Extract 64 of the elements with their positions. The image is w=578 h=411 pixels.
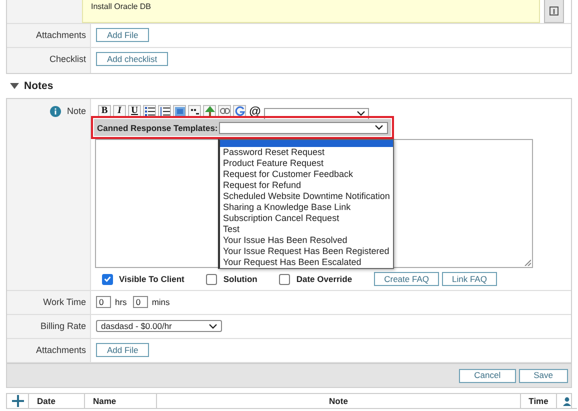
numbered-list-icon[interactable] — [158, 104, 171, 118]
info-icon — [549, 6, 559, 16]
field-label: Note — [66, 106, 86, 116]
field-label: Work Time — [43, 297, 86, 309]
dropdown-option[interactable]: Sharing a Knowledge Base Link — [220, 202, 393, 213]
dropdown-option[interactable]: Your Request Has Been Escalated — [220, 257, 393, 268]
collapse-caret-icon[interactable] — [10, 83, 19, 89]
google-icon[interactable] — [233, 104, 246, 118]
field-label: Attachments — [36, 30, 86, 42]
dropdown-option[interactable]: Request for Refund — [220, 180, 393, 191]
minutes-field[interactable]: 0 — [132, 296, 148, 308]
format-button[interactable]: I — [113, 104, 126, 118]
format-button[interactable]: B — [98, 104, 111, 118]
dropdown-option[interactable]: Password Reset Request — [220, 147, 393, 158]
tree-icon[interactable] — [203, 104, 216, 118]
dropdown-option[interactable]: Your Issue Has Been Resolved — [220, 235, 393, 246]
column-header: Note — [329, 396, 348, 406]
column-header: Name — [93, 396, 116, 406]
summary-field[interactable]: Install Oracle DB — [82, 0, 540, 23]
chevron-down-icon — [357, 111, 365, 116]
dropdown-option[interactable]: Request for Customer Feedback — [220, 169, 393, 180]
unit-label: mins — [152, 297, 170, 307]
field-label: Billing Rate — [40, 321, 86, 333]
dropdown-option[interactable]: Scheduled Website Downtime Notification — [220, 191, 393, 202]
bullet-list-icon[interactable] — [143, 104, 156, 118]
link-icon[interactable] — [218, 104, 231, 118]
note-textarea[interactable] — [95, 139, 533, 268]
column-header: Date — [37, 396, 56, 406]
checkbox[interactable] — [206, 274, 218, 285]
form-button[interactable]: Save — [518, 368, 568, 382]
format-button[interactable]: U — [128, 104, 141, 118]
template-dropdown[interactable] — [218, 122, 388, 134]
user-icon — [563, 396, 571, 406]
field-label: Attachments — [36, 345, 86, 357]
checkbox[interactable] — [102, 274, 113, 285]
faq-button[interactable]: Link FAQ — [442, 272, 497, 286]
checkbox[interactable] — [279, 274, 290, 285]
chevron-down-icon — [209, 324, 217, 328]
dropdown-option[interactable]: Test — [220, 224, 393, 235]
image-icon[interactable] — [173, 104, 186, 118]
dropdown-option[interactable]: Product Feature Request — [220, 158, 393, 169]
field-label: Checklist — [49, 54, 86, 66]
add-checklist-button[interactable]: Add checklist — [96, 52, 168, 66]
info-button[interactable] — [544, 0, 564, 23]
field-label: Canned Response Templates: — [97, 122, 218, 132]
checkbox-label: Solution — [223, 274, 258, 284]
unit-label: hrs — [115, 297, 127, 307]
hours-field[interactable]: 0 — [96, 296, 111, 308]
dropdown-option[interactable]: Subscription Cancel Request — [220, 213, 393, 224]
add-file-button[interactable]: Add File — [96, 28, 150, 42]
column-header: Time — [528, 396, 548, 406]
billing-rate-dropdown[interactable]: dasdasd - $0.00/hr — [96, 320, 222, 332]
info-icon — [50, 106, 61, 117]
superscript-icon[interactable] — [188, 104, 201, 118]
form-button[interactable]: Cancel — [459, 368, 516, 382]
section-title: Notes — [24, 80, 54, 92]
add-icon[interactable] — [12, 395, 24, 407]
checkbox-label: Date Override — [296, 274, 352, 284]
resize-grip-icon[interactable] — [524, 259, 531, 266]
chevron-down-icon — [375, 125, 383, 130]
faq-button[interactable]: Create FAQ — [374, 272, 439, 286]
dropdown-option[interactable]: Your Issue Request Has Been Registered — [220, 246, 393, 257]
add-file-button[interactable]: Add File — [96, 343, 150, 357]
checkbox-label: Visible To Client — [119, 274, 184, 284]
